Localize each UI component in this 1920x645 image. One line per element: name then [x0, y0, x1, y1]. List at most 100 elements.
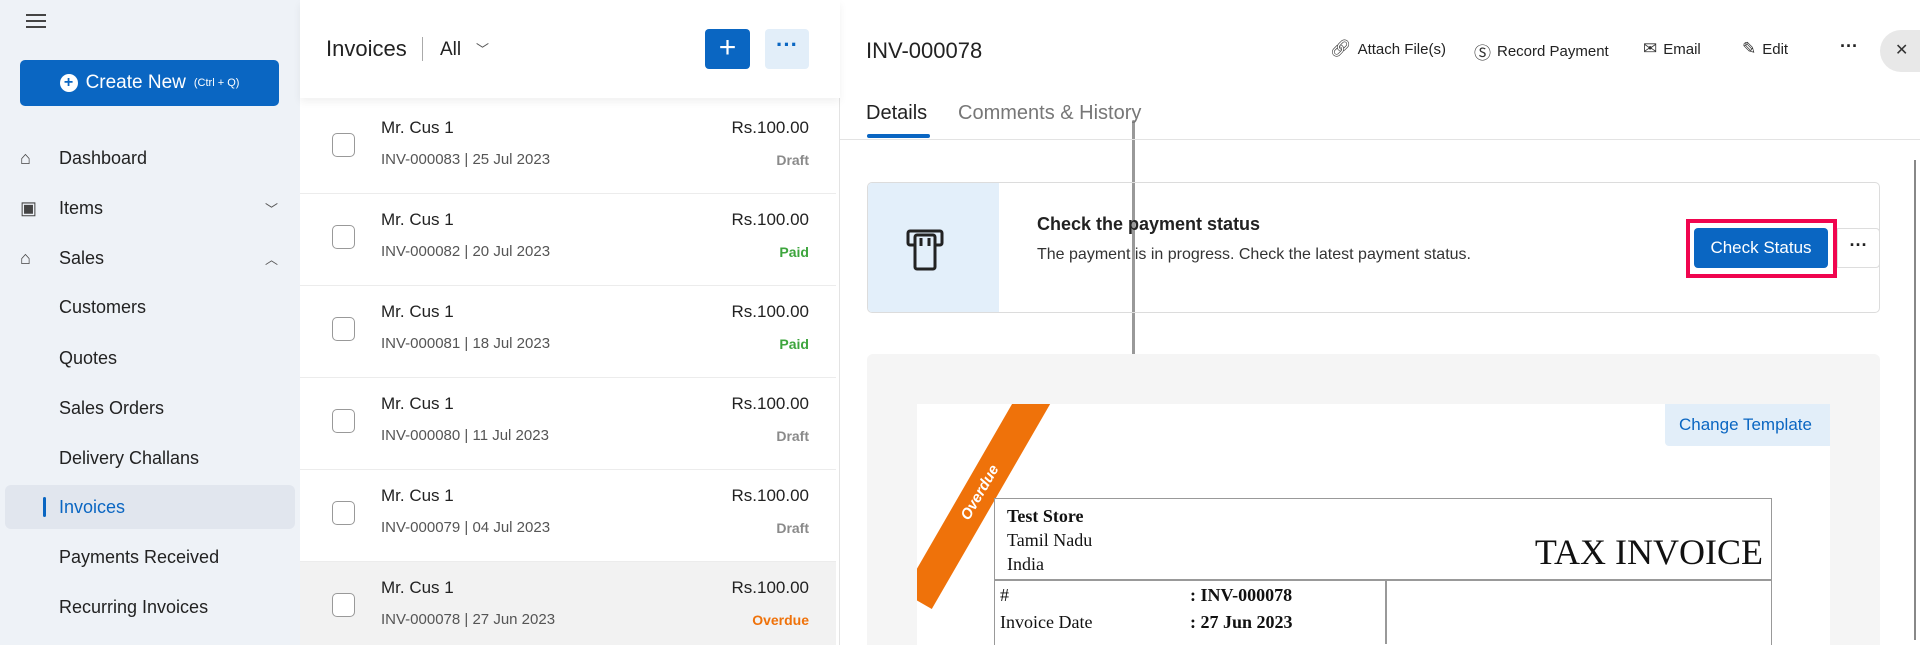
- status-badge: Paid: [779, 336, 809, 352]
- invoice-list-item[interactable]: Mr. Cus 1 INV-000080 | 11 Jul 2023 Rs.10…: [300, 378, 836, 470]
- invoice-date-label: Invoice Date: [1000, 612, 1093, 632]
- invoice-meta: INV-000082 | 20 Jul 2023: [381, 243, 551, 260]
- menu-icon[interactable]: [26, 14, 46, 28]
- attach-files-button[interactable]: 🔗︎ Attach File(s): [1330, 39, 1446, 59]
- sidebar-item-invoices[interactable]: Invoices: [5, 485, 295, 529]
- sidebar-item-quotes[interactable]: Quotes: [0, 336, 300, 380]
- row-checkbox[interactable]: [332, 317, 355, 341]
- mail-icon: ✉︎: [1643, 39, 1658, 58]
- invoice-number: INV-000083: [381, 151, 461, 168]
- nav-label: Sales Orders: [59, 397, 165, 418]
- record-payment-button[interactable]: Ⓢ Record Payment: [1474, 39, 1609, 64]
- row-checkbox[interactable]: [332, 225, 355, 249]
- pencil-icon: ✎: [1742, 39, 1757, 58]
- sidebar-item-sales[interactable]: ⌂ Sales ︿: [0, 236, 300, 280]
- banner-more-button[interactable]: ···: [1837, 228, 1879, 268]
- status-badge: Draft: [776, 152, 809, 168]
- invoice-list-item[interactable]: Mr. Cus 1 INV-000078 | 27 Jun 2023 Rs.10…: [300, 562, 836, 645]
- invoice-amount: Rs.100.00: [731, 578, 810, 597]
- invoice-amount: Rs.100.00: [731, 118, 810, 137]
- sidebar-item-sales-orders[interactable]: Sales Orders: [0, 386, 300, 430]
- nav-label: Invoices: [59, 496, 126, 517]
- invoice-amount: Rs.100.00: [731, 486, 810, 505]
- card-reader-icon: [868, 183, 999, 312]
- invoice-list-item[interactable]: Mr. Cus 1 INV-000081 | 18 Jul 2023 Rs.10…: [300, 286, 836, 378]
- invoice-date: 04 Jul 2023: [472, 519, 551, 536]
- nav-label: Items: [59, 197, 104, 218]
- more-options-button[interactable]: ···: [765, 29, 809, 69]
- more-actions-button[interactable]: ···: [1840, 36, 1858, 57]
- invoice-detail-panel: INV-000078 🔗︎ Attach File(s) Ⓢ Record Paym…: [840, 0, 1920, 645]
- edit-button[interactable]: ✎ Edit: [1742, 39, 1788, 59]
- invoice-number: INV-000080: [381, 427, 461, 444]
- banner-title: Check the payment status: [1037, 214, 1261, 234]
- row-checkbox[interactable]: [332, 501, 355, 525]
- invoice-date: 11 Jul 2023: [472, 427, 549, 444]
- invoice-date: 27 Jun 2023: [472, 611, 556, 628]
- store-country: India: [1007, 554, 1044, 574]
- invoice-number-label: #: [1000, 585, 1009, 605]
- invoice-meta: INV-000081 | 18 Jul 2023: [381, 335, 551, 352]
- check-status-button[interactable]: Check Status: [1694, 228, 1828, 268]
- sidebar: + Create New (Ctrl + Q) ⌂ Dashboard ▣ Items ﹀…: [0, 0, 300, 645]
- row-checkbox[interactable]: [332, 409, 355, 433]
- sidebar-item-payments-received[interactable]: Payments Received: [0, 535, 300, 579]
- invoice-date: 18 Jul 2023: [472, 335, 551, 352]
- scrollbar[interactable]: [1914, 160, 1916, 640]
- invoice-meta: INV-000083 | 25 Jul 2023: [381, 151, 551, 168]
- invoice-list-item[interactable]: Mr. Cus 1 INV-000079 | 04 Jul 2023 Rs.10…: [300, 470, 836, 562]
- home-icon: ⌂: [20, 147, 31, 168]
- chevron-up-icon: ︿: [264, 251, 278, 267]
- email-button[interactable]: ✉︎ Email: [1643, 39, 1701, 59]
- plus-circle-icon: +: [59, 74, 78, 92]
- action-label: Attach File(s): [1357, 40, 1446, 58]
- change-template-button[interactable]: Change Template: [1665, 404, 1830, 446]
- create-new-button[interactable]: + Create New (Ctrl + Q): [20, 60, 279, 106]
- payment-status-banner: Check the payment status The payment is …: [867, 182, 1880, 313]
- divider: [422, 37, 423, 61]
- chevron-down-icon[interactable]: ﹀: [476, 39, 489, 58]
- action-label: Edit: [1762, 40, 1789, 58]
- store-state: Tamil Nadu: [1007, 530, 1093, 550]
- nav-label: Payments Received: [59, 546, 220, 567]
- status-badge: Overdue: [752, 612, 809, 628]
- invoice-number-value: : INV-000078: [1190, 585, 1293, 605]
- row-checkbox[interactable]: [332, 133, 355, 157]
- invoice-amount: Rs.100.00: [731, 302, 810, 321]
- paperclip-icon: 🔗︎: [1330, 39, 1352, 58]
- invoice-date: 25 Jul 2023: [472, 151, 551, 168]
- invoice-title: INV-000078: [866, 38, 983, 63]
- sidebar-item-dashboard[interactable]: ⌂ Dashboard: [0, 136, 300, 180]
- tab-comments-history[interactable]: Comments & History: [958, 102, 1141, 125]
- customer-name: Mr. Cus 1: [381, 118, 454, 137]
- customer-name: Mr. Cus 1: [381, 394, 454, 413]
- divider: [995, 579, 1771, 581]
- customer-name: Mr. Cus 1: [381, 578, 454, 597]
- close-button[interactable]: ✕: [1880, 30, 1920, 72]
- status-badge: Draft: [776, 428, 809, 444]
- invoice-amount: Rs.100.00: [731, 210, 810, 229]
- add-invoice-button[interactable]: +: [705, 29, 750, 69]
- store-icon: ⌂: [20, 247, 31, 268]
- customer-name: Mr. Cus 1: [381, 486, 454, 505]
- nav-label: Sales: [59, 247, 105, 268]
- shortcut-hint: (Ctrl + Q): [193, 77, 240, 89]
- invoice-date-value: : 27 Jun 2023: [1190, 612, 1293, 632]
- action-label: Record Payment: [1497, 43, 1609, 60]
- sidebar-item-delivery-challans[interactable]: Delivery Challans: [0, 436, 300, 480]
- filter-dropdown[interactable]: All: [440, 39, 461, 61]
- invoice-list-item[interactable]: Mr. Cus 1 INV-000083 | 25 Jul 2023 Rs.10…: [300, 102, 836, 194]
- invoice-number: INV-000082: [381, 243, 461, 260]
- customer-name: Mr. Cus 1: [381, 302, 454, 321]
- sidebar-item-customers[interactable]: Customers: [0, 285, 300, 329]
- box-icon: ▣: [20, 197, 38, 218]
- document-title: TAX INVOICE: [1534, 532, 1763, 572]
- sidebar-item-items[interactable]: ▣ Items ﹀: [0, 186, 300, 230]
- invoice-date: 20 Jul 2023: [472, 243, 551, 260]
- row-checkbox[interactable]: [332, 593, 355, 617]
- tab-details[interactable]: Details: [866, 102, 927, 125]
- invoice-list-item[interactable]: Mr. Cus 1 INV-000082 | 20 Jul 2023 Rs.10…: [300, 194, 836, 286]
- sidebar-item-recurring-invoices[interactable]: Recurring Invoices: [0, 585, 300, 629]
- active-tab-indicator: [867, 134, 930, 138]
- banner-description: The payment is in progress. Check the la…: [1037, 246, 1471, 263]
